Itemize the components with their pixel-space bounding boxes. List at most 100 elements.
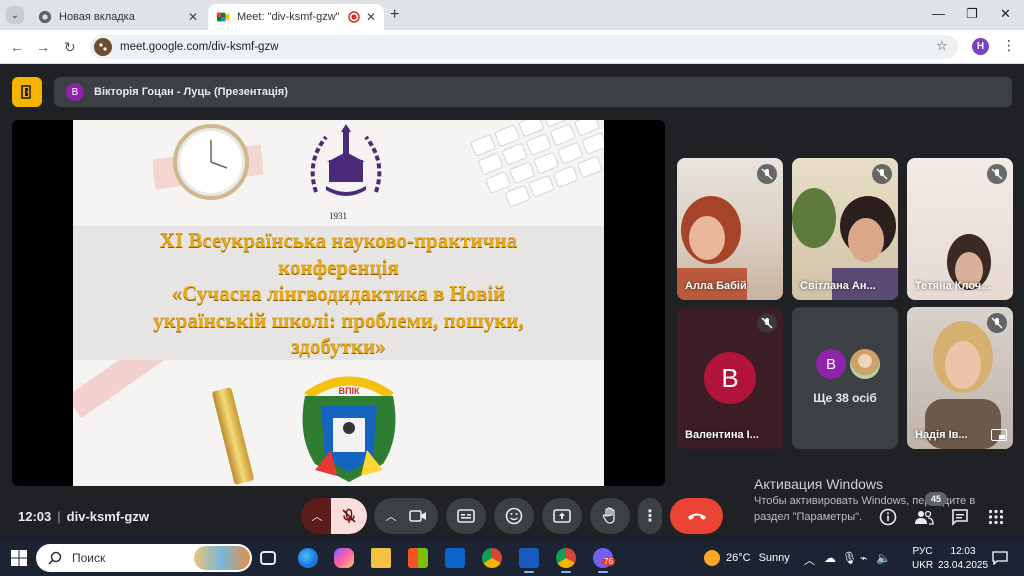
microphone-toggle-button[interactable] (331, 498, 367, 534)
tab-search-menu-button[interactable]: ⌄ (6, 6, 24, 24)
captions-button[interactable] (446, 498, 486, 534)
raise-hand-button[interactable] (590, 498, 630, 534)
new-tab-button[interactable]: + (390, 6, 399, 24)
participant-tile[interactable]: Світлана Ан... (792, 158, 898, 300)
profile-avatar[interactable]: H (972, 38, 989, 55)
video-options-button[interactable]: ︿ (386, 508, 397, 524)
lang-bottom: UKR (912, 560, 934, 571)
outlook-icon[interactable] (445, 548, 465, 568)
present-screen-button[interactable] (542, 498, 582, 534)
more-options-button[interactable]: ⋮ (638, 498, 662, 534)
network-icon[interactable]: ⌁ (860, 551, 867, 565)
slide-headline: XI Всеукраїнська науково-практична конфе… (83, 227, 594, 360)
copilot-icon[interactable] (334, 548, 354, 568)
tray-app-icon[interactable]: ☁ (824, 551, 836, 565)
audio-options-button[interactable]: ︿ (301, 498, 333, 534)
volume-icon[interactable]: 🔈 (876, 551, 891, 565)
restore-window-button[interactable]: ❐ (966, 6, 978, 22)
viber-icon[interactable]: 76 (593, 548, 615, 573)
pip-icon[interactable] (991, 429, 1007, 441)
language-indicator[interactable]: РУС UKR (912, 546, 933, 571)
leave-call-button[interactable] (670, 498, 723, 534)
camera-control-group: ︿ (374, 498, 438, 534)
people-button[interactable] (914, 507, 934, 527)
reactions-button[interactable] (494, 498, 534, 534)
others-count-label: Ще 38 осіб (813, 391, 877, 405)
browser-menu-icon[interactable]: ⋮ (1002, 37, 1016, 54)
recording-indicator-icon (348, 11, 360, 23)
edge-icon[interactable] (298, 548, 318, 568)
url-text: meet.google.com/div-ksmf-gzw (120, 41, 279, 53)
presentation-banner: В Вікторія Гоцан - Луць (Презентація) (54, 77, 1012, 107)
search-highlight-image (194, 546, 250, 570)
clock-date: 23.04.2025 (938, 560, 989, 571)
participant-name: Світлана Ан... (800, 280, 876, 292)
google-meet-icon (216, 12, 230, 22)
headline-line: українській школі: проблеми, пошуки, (153, 307, 524, 332)
viber-badge: 76 (602, 557, 615, 566)
mic-off-icon (342, 508, 356, 523)
participant-tile[interactable]: Тетяна Клоч... (907, 158, 1013, 300)
close-window-button[interactable]: ✕ (1000, 6, 1011, 22)
closed-captions-icon (457, 509, 475, 523)
presentation-stage[interactable]: 1931 XI Всеукраїнська науково-практична … (12, 120, 665, 486)
apps-grid-icon (988, 509, 1004, 525)
university-emblem (310, 124, 382, 196)
info-icon (879, 508, 897, 526)
back-button[interactable]: ← (10, 39, 24, 55)
participant-tile[interactable]: Надія Ів... (907, 307, 1013, 449)
chrome-profile-taskbar-icon[interactable] (556, 548, 576, 573)
mic-off-icon (987, 164, 1007, 184)
hand-icon (602, 507, 615, 524)
site-info-icon[interactable] (94, 38, 112, 56)
taskbar-search-box[interactable]: Поиск (36, 544, 252, 572)
address-bar[interactable]: meet.google.com/div-ksmf-gzw (90, 35, 958, 59)
chat-icon (952, 509, 968, 526)
word-icon[interactable] (519, 548, 539, 573)
mic-off-icon (987, 313, 1007, 333)
clock[interactable]: 12:03 23.04.2025 (938, 546, 988, 571)
file-explorer-icon[interactable] (371, 548, 391, 568)
tab-new-tab[interactable]: Новая вкладка ✕ (30, 4, 206, 30)
activities-button[interactable] (986, 507, 1006, 527)
exit-presentation-button[interactable] (12, 77, 42, 107)
bookmark-star-icon[interactable]: ☆ (936, 38, 948, 54)
microphone-tray-icon[interactable]: 🎙 (842, 551, 857, 565)
minimize-window-button[interactable]: — (932, 6, 945, 21)
participant-photo-avatar (850, 349, 880, 379)
chat-button[interactable] (950, 507, 970, 527)
windows-start-icon[interactable] (11, 550, 27, 566)
participant-tile[interactable]: В Валентина І... (677, 307, 783, 449)
chevron-up-icon: ︿ (311, 511, 323, 523)
mic-off-icon (757, 164, 777, 184)
forward-button[interactable]: → (36, 39, 50, 55)
mic-off-icon (872, 164, 892, 184)
crest-text: ВПІК (339, 386, 360, 396)
watch-illustration (153, 124, 263, 200)
meeting-details-button[interactable] (878, 507, 898, 527)
search-placeholder: Поиск (72, 551, 106, 565)
headline-line: здобутки» (291, 334, 386, 358)
meet-window: В Вікторія Гоцан - Луць (Презентація) 19… (0, 64, 1024, 540)
search-icon (48, 551, 62, 565)
task-view-icon[interactable] (260, 551, 276, 565)
notifications-icon[interactable] (992, 551, 1008, 565)
close-tab-icon[interactable]: ✕ (366, 10, 376, 24)
separator: | (57, 509, 61, 524)
tab-title: Meet: "div-ksmf-gzw" (237, 11, 340, 23)
tray-overflow-icon[interactable]: ︿ (804, 552, 815, 568)
weather-widget[interactable]: 26°C Sunny (704, 550, 790, 566)
slide: 1931 XI Всеукраїнська науково-практична … (73, 120, 604, 486)
close-tab-icon[interactable]: ✕ (188, 10, 198, 24)
participant-tile[interactable]: Алла Бабій (677, 158, 783, 300)
reload-button[interactable]: ↻ (64, 39, 76, 56)
hang-up-icon (687, 513, 706, 520)
others-avatars: В (816, 349, 880, 379)
chrome-taskbar-icon[interactable] (482, 548, 502, 568)
meeting-code: div-ksmf-gzw (66, 509, 149, 524)
tab-meet[interactable]: Meet: "div-ksmf-gzw" ✕ (208, 4, 384, 30)
sun-icon (704, 550, 720, 566)
more-participants-tile[interactable]: В Ще 38 осіб (792, 307, 898, 449)
microsoft-store-icon[interactable] (408, 548, 428, 568)
video-camera-icon[interactable] (408, 509, 427, 523)
